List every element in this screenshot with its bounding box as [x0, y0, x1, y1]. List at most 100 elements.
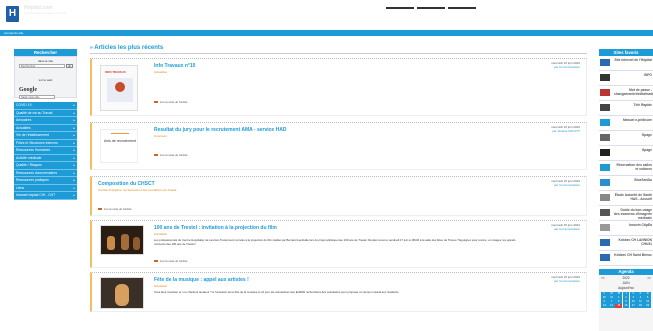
- site-logo[interactable]: H: [6, 6, 19, 22]
- favorite-link[interactable]: Gpage: [599, 146, 653, 161]
- favorite-label: Réservation des salles et voitures: [616, 163, 652, 171]
- article-title[interactable]: Resultat du jury pour le recrutement AMA…: [154, 127, 286, 133]
- nav-item[interactable]: Ressources documentaires ▸: [14, 169, 77, 177]
- calendar-day[interactable]: 15: [615, 304, 623, 308]
- nav-item[interactable]: Annuaires ▸: [14, 117, 77, 125]
- favorite-link[interactable]: Kebbec CH Saint Brieuc: [599, 251, 653, 266]
- article-category[interactable]: Actualités: [154, 232, 167, 236]
- chevron-right-icon: ▸: [73, 185, 75, 190]
- nav-item-label: Qualité de vie au Travail: [16, 110, 53, 115]
- author-text[interactable]: par Communication: [551, 183, 580, 188]
- favorite-link[interactable]: Kebbec CH LANNION CHU31: [599, 236, 653, 251]
- favorite-link[interactable]: Étude Autorité de Santé HAS - Accueil: [599, 191, 653, 206]
- tele-icon: [600, 104, 610, 111]
- nav-item[interactable]: Actualités ▸: [14, 124, 77, 132]
- top-link[interactable]: [386, 7, 414, 9]
- calendar-day[interactable]: 16: [622, 304, 630, 308]
- favorite-link[interactable]: Télé Rapide: [599, 101, 653, 116]
- article-date: mercredi 15 juin 2022 par Jessica ZOLOTT: [551, 125, 580, 134]
- article-thumbnail[interactable]: Avis de recrutement: [100, 129, 138, 163]
- favorites-list: Site internet de l'Hôpital INFO Mot de pas…: [599, 56, 653, 266]
- read-more-link[interactable]: Lire la suite de l'article: [154, 100, 188, 104]
- audience-figure: [133, 237, 140, 250]
- nav-item[interactable]: Qualité / Risques ▸: [14, 162, 77, 170]
- article-date: mercredi 15 juin 2022 par Communication: [551, 61, 580, 70]
- calendar-day[interactable]: 19: [644, 304, 651, 308]
- favorite-link[interactable]: INFO: [599, 71, 653, 86]
- article-title[interactable]: Fête de la musique : appel aux artistes …: [154, 277, 249, 283]
- article-title[interactable]: Info Travaux n°10: [154, 63, 195, 69]
- today-link[interactable]: Aujourd'hui: [618, 286, 634, 291]
- article-thumbnail[interactable]: INFO TRAVAUX: [100, 65, 138, 111]
- nav-item[interactable]: COVID 19 ▸: [14, 102, 77, 110]
- article-category[interactable]: Actualités: [154, 284, 167, 288]
- favorite-label: Manuel e-pédicure: [623, 118, 652, 122]
- read-more-link[interactable]: Lire la suite de l'article: [98, 207, 132, 211]
- nav-item[interactable]: Qualité de vie au Travail ▸: [14, 109, 77, 117]
- calendar-day[interactable]: 14: [608, 304, 615, 308]
- read-more-link[interactable]: Lire la suite de l'article: [154, 259, 188, 263]
- chevron-right-icon: ▸: [73, 118, 75, 122]
- favorite-label: Gpage: [641, 133, 652, 137]
- next-year-button[interactable]: >>: [647, 276, 651, 281]
- helmet-icon: [115, 82, 125, 92]
- article-date: mercredi 15 juin 2022 par Communication: [551, 275, 580, 284]
- favorite-link[interactable]: Manuel e-pédicure: [599, 116, 653, 131]
- kebbec2-icon: [600, 254, 610, 261]
- kebbec-icon: [600, 239, 610, 246]
- calendar-day[interactable]: 17: [629, 304, 637, 308]
- opopi-icon: [600, 149, 610, 156]
- article-thumbnail[interactable]: [100, 277, 144, 309]
- article-card: Avis de recrutement Resultat du jury pou…: [90, 122, 587, 170]
- favorites-header: Sites favoris: [599, 49, 653, 56]
- nav-item-label: Intranet hôpital CIH - CHT: [16, 193, 56, 197]
- nav-item[interactable]: Ressources pratiques ▸: [14, 177, 77, 185]
- favorite-link[interactable]: Réservation des salles et voitures: [599, 161, 653, 176]
- article-category[interactable]: Actualités: [154, 70, 167, 74]
- favorite-link[interactable]: Innovin CtipEa: [599, 221, 653, 236]
- chevron-right-icon: ▸: [73, 155, 75, 160]
- search-ok-button[interactable]: ok: [66, 64, 73, 68]
- author-text[interactable]: par Communication: [551, 65, 580, 70]
- search-box: dans le site Rechercher ok sur le web Go…: [14, 56, 77, 99]
- home-link[interactable]: Accueil du site: [4, 30, 23, 36]
- site-header: H Hôpital.com L'intranet des hôpitaux de…: [0, 0, 653, 30]
- read-more-link[interactable]: Lire la suite de l'article: [154, 153, 188, 157]
- guitar-icon: [115, 284, 129, 306]
- nav-item-label: Activité médicale: [16, 155, 42, 160]
- favorite-label: Kebbec CH Saint Brieuc: [614, 253, 652, 257]
- nav-item[interactable]: Ressources Humaines ▸: [14, 147, 77, 155]
- author-text[interactable]: par Jessica ZOLOTT: [551, 129, 580, 134]
- nav-item-label: Annuaires: [16, 118, 32, 122]
- favorite-label: Télé Rapide: [633, 103, 652, 107]
- author-text[interactable]: par Communication: [551, 279, 580, 284]
- author-text[interactable]: par Communication: [551, 227, 580, 232]
- top-link[interactable]: [417, 7, 445, 9]
- calendar-day[interactable]: 18: [637, 304, 644, 308]
- favorite-link[interactable]: Mot de passe - changement/réinitialisati…: [599, 86, 653, 101]
- favorite-link[interactable]: Guide du bon usage des examens d'imageri…: [599, 206, 653, 221]
- favorite-link[interactable]: Gpage: [599, 131, 653, 146]
- chevron-right-icon: ▸: [73, 103, 75, 107]
- google-search-input[interactable]: Saisir mots-clés: [19, 95, 55, 99]
- top-link[interactable]: [448, 7, 476, 9]
- nav-item[interactable]: Activité médicale ▸: [14, 154, 77, 162]
- blue-icon: [600, 179, 610, 186]
- prev-year-button[interactable]: <<: [601, 276, 605, 281]
- article-thumbnail[interactable]: [100, 225, 144, 255]
- article-category[interactable]: Concours: [154, 134, 167, 138]
- calendar-day[interactable]: 13: [601, 304, 608, 308]
- nav-item-label: Ressources documentaires: [16, 170, 58, 175]
- thumbnail-label: INFO TRAVAUX: [105, 70, 126, 74]
- article-category[interactable]: Comité d'Hygiène, de Sécurité et des Con…: [98, 188, 176, 192]
- article-excerpt: Vous êtes musicien et / ou chanteur amat…: [154, 290, 400, 294]
- nav-item[interactable]: Pôles et Structures Internes ▸: [14, 139, 77, 147]
- article-title[interactable]: 100 ans de Trestel : invitation à la pro…: [154, 225, 277, 231]
- nav-item[interactable]: Intranet hôpital CIH - CHT ▸: [14, 192, 77, 200]
- nav-item[interactable]: Vie de l'établissement ▸: [14, 132, 77, 140]
- nav-item[interactable]: Liens ▸: [14, 184, 77, 192]
- article-title[interactable]: Composition du CHSCT: [98, 181, 155, 187]
- site-search-input[interactable]: Rechercher: [19, 64, 65, 68]
- favorite-link[interactable]: BlueSanDo: [599, 176, 653, 191]
- favorite-link[interactable]: Site internet de l'Hôpital: [599, 56, 653, 71]
